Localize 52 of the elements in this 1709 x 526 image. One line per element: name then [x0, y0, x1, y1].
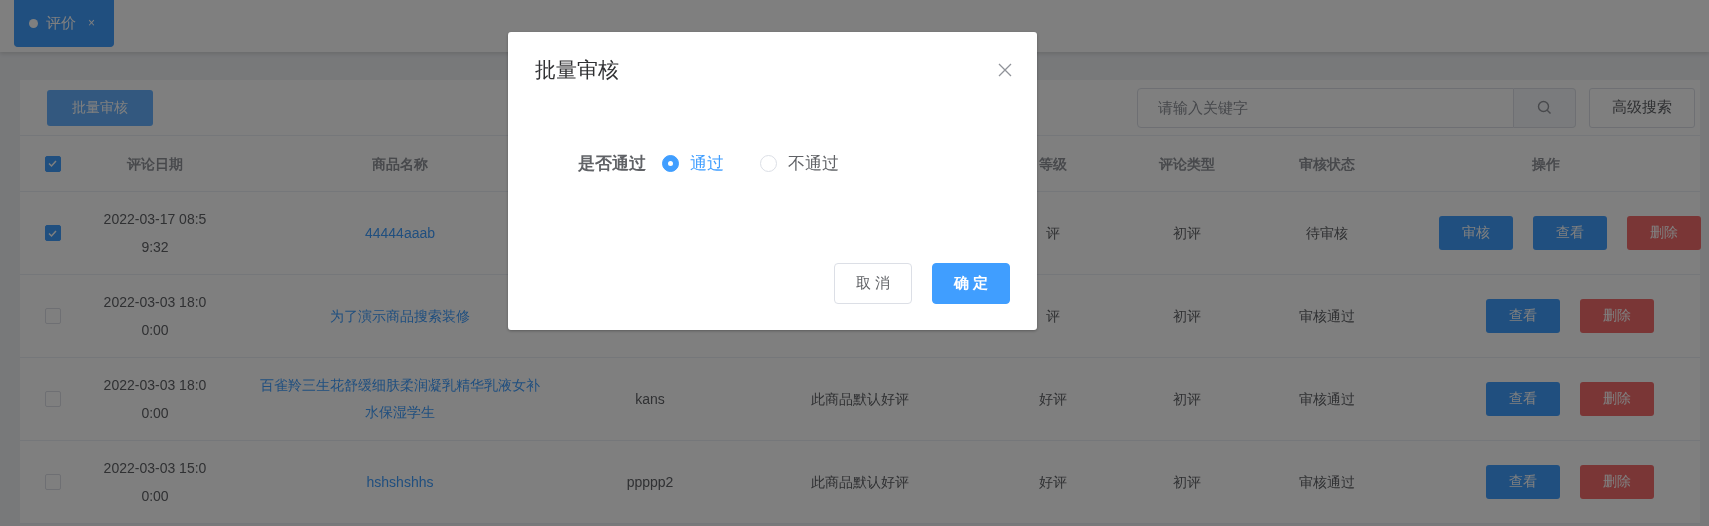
- product-link[interactable]: hshshshhs: [366, 468, 434, 496]
- product-link[interactable]: 44444aaab: [364, 219, 436, 247]
- table-cell-text: 2022-03-03 18:00:00: [102, 376, 208, 423]
- tab-close-button[interactable]: ×: [88, 16, 95, 30]
- radio-option[interactable]: 通过: [662, 151, 724, 175]
- table-cell-text: 初评: [1173, 307, 1201, 326]
- advanced-search-button[interactable]: 高级搜索: [1589, 87, 1695, 128]
- close-icon[interactable]: [997, 62, 1013, 78]
- field-label: 是否通过: [578, 152, 646, 175]
- delete-button[interactable]: 删除: [1579, 382, 1654, 416]
- action-button[interactable]: 查看: [1533, 216, 1607, 250]
- table-cell-text: 好评: [1039, 390, 1067, 409]
- cancel-button[interactable]: 取 消: [834, 263, 912, 304]
- action-button[interactable]: 查看: [1485, 299, 1560, 333]
- page-tab[interactable]: 评价 ×: [14, 0, 114, 47]
- table-cell-text: 待审核: [1306, 224, 1348, 243]
- delete-button[interactable]: 删除: [1579, 299, 1654, 333]
- table-cell-text: 此商品默认好评: [811, 390, 909, 409]
- radio-option[interactable]: 不通过: [760, 151, 839, 175]
- table-cell-text: 审核通过: [1299, 390, 1355, 409]
- status-dot-icon: [29, 18, 38, 28]
- delete-button[interactable]: 删除: [1579, 465, 1654, 499]
- batch-review-button[interactable]: 批量审核: [47, 89, 153, 126]
- action-button[interactable]: 查看: [1485, 382, 1560, 416]
- table-cell-text: 此商品默认好评: [811, 473, 909, 492]
- action-button[interactable]: 查看: [1485, 465, 1560, 499]
- table-cell-text: 审核通过: [1299, 473, 1355, 492]
- checkbox[interactable]: [44, 225, 61, 241]
- radio-button[interactable]: [662, 154, 679, 172]
- product-link[interactable]: 百雀羚三生花舒缓细肤柔润凝乳精华乳液女补水保湿学生: [257, 372, 543, 426]
- delete-button[interactable]: 删除: [1627, 216, 1701, 250]
- table-cell-text: 2022-03-17 08:59:32: [102, 210, 208, 257]
- table-cell-text: 评: [1046, 307, 1060, 326]
- table-cell-text: 2022-03-03 15:00:00: [102, 459, 208, 506]
- checkbox[interactable]: [44, 155, 61, 172]
- table-cell-text: 初评: [1173, 390, 1201, 409]
- dialog-title: 批量审核: [535, 57, 619, 83]
- table-cell-text: 审核通过: [1299, 307, 1355, 326]
- table-cell-text: 评: [1046, 224, 1060, 243]
- product-link[interactable]: 为了演示商品搜索装修: [330, 302, 470, 330]
- table-cell-text: 初评: [1173, 224, 1201, 243]
- table-cell-text: 2022-03-03 18:00:00: [102, 293, 208, 340]
- table-cell-text: 好评: [1039, 473, 1067, 492]
- search-icon: [1537, 100, 1552, 115]
- table-cell-text: ppppp2: [626, 473, 674, 492]
- table-cell-text: 初评: [1173, 473, 1201, 492]
- tab-label[interactable]: 评价: [46, 13, 76, 33]
- checkmark-icon: [47, 158, 58, 169]
- search-button[interactable]: [1514, 87, 1576, 128]
- confirm-button[interactable]: 确 定: [932, 263, 1010, 304]
- table-cell-text: kans: [635, 390, 665, 409]
- action-button[interactable]: 审核: [1439, 216, 1513, 250]
